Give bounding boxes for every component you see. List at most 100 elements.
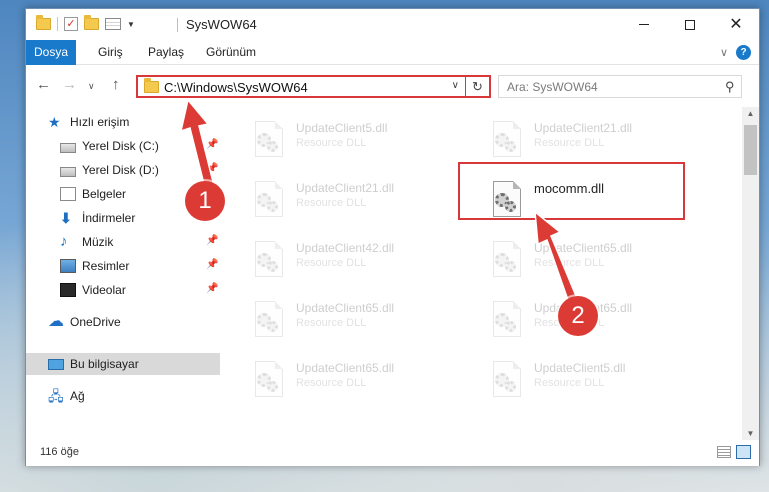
sidebar-item-drive-c[interactable]: Yerel Disk (C:): [60, 135, 159, 157]
file-type: Resource DLL: [296, 137, 367, 149]
vertical-scrollbar[interactable]: ▲ ▼: [742, 107, 759, 440]
sidebar-item-label: Bu bilgisayar: [70, 357, 139, 371]
file-name: UpdateClient42.dll: [296, 241, 395, 255]
back-arrow-icon[interactable]: ←: [36, 76, 51, 93]
chevron-down-icon[interactable]: ▼: [127, 20, 135, 29]
sidebar-item-music[interactable]: ♪ Müzik: [60, 231, 113, 253]
toolbar-divider: [57, 17, 58, 31]
navigation-bar: ← → ∨ ↑ C:\Windows\SysWOW64 ∨ ↻ Ara: Sys…: [26, 66, 759, 106]
star-icon: ★: [48, 114, 61, 130]
file-type: Resource DLL: [296, 257, 367, 269]
sidebar-item-label: Ağ: [70, 389, 85, 403]
dll-file-icon: [490, 121, 524, 161]
sidebar-item-label: İndirmeler: [82, 211, 136, 225]
file-list: UpdateClient5.dll Resource DLL UpdateCli…: [222, 107, 740, 440]
file-name: UpdateClient21.dll: [296, 181, 395, 195]
properties-check-icon[interactable]: ✓: [64, 17, 78, 31]
title-bar: ✓ ▼ SysWOW64 ✕: [26, 9, 759, 40]
file-item[interactable]: UpdateClient65.dll Resource DLL: [490, 235, 710, 287]
tab-share[interactable]: Paylaş: [136, 40, 196, 65]
sidebar-item-label: Yerel Disk (D:): [82, 163, 159, 177]
file-item[interactable]: UpdateClient65.dll Resource DLL: [252, 355, 472, 407]
maximize-button[interactable]: [667, 9, 713, 40]
onedrive-icon: ☁: [48, 313, 64, 330]
file-type: Resource DLL: [296, 317, 367, 329]
scrollbar-thumb[interactable]: [744, 125, 757, 175]
sidebar-item-pictures[interactable]: Resimler: [60, 255, 129, 277]
dll-file-icon: [490, 361, 524, 401]
minimize-icon: [639, 24, 649, 25]
tab-view[interactable]: Görünüm: [194, 40, 268, 65]
scroll-up-icon[interactable]: ▲: [742, 109, 759, 118]
file-item[interactable]: UpdateClient21.dll Resource DLL: [490, 115, 710, 167]
tab-file[interactable]: Dosya: [26, 40, 76, 65]
pin-icon[interactable]: 📌: [206, 259, 218, 270]
customize-icon[interactable]: [105, 18, 121, 30]
ribbon-tabs: Dosya Giriş Paylaş Görünüm ∨ ?: [26, 40, 759, 65]
address-folder-icon: [144, 78, 159, 93]
details-view-icon[interactable]: [717, 446, 731, 458]
quick-access-toolbar: ✓ ▼: [36, 15, 135, 31]
file-highlight-box: [458, 162, 685, 220]
file-item[interactable]: UpdateClient65.dll Resource DLL: [490, 295, 710, 347]
sidebar-item-network[interactable]: 🖧 Ağ: [48, 385, 85, 407]
downloads-icon: ⬇: [60, 210, 72, 226]
file-type: Resource DLL: [534, 137, 605, 149]
drive-icon: [60, 142, 76, 153]
file-item[interactable]: UpdateClient5.dll Resource DLL: [490, 355, 710, 407]
dll-file-icon: [252, 181, 286, 221]
sidebar-item-documents[interactable]: Belgeler: [60, 183, 126, 205]
refresh-icon[interactable]: ↻: [465, 77, 489, 96]
large-icons-view-icon[interactable]: [736, 445, 751, 459]
network-icon: 🖧: [48, 388, 64, 404]
file-item[interactable]: UpdateClient21.dll Resource DLL: [252, 175, 472, 227]
file-type: Resource DLL: [296, 377, 367, 389]
scroll-down-icon[interactable]: ▼: [742, 429, 759, 438]
file-item[interactable]: UpdateClient5.dll Resource DLL: [252, 115, 472, 167]
address-bar[interactable]: C:\Windows\SysWOW64 ∨ ↻: [136, 75, 491, 98]
sidebar-item-quick-access[interactable]: ★ Hızlı erişim: [48, 111, 129, 133]
tab-home[interactable]: Giriş: [86, 40, 135, 65]
drive-icon: [60, 166, 76, 177]
dll-file-icon: [490, 301, 524, 341]
pictures-icon: [60, 259, 76, 273]
close-button[interactable]: ✕: [713, 9, 759, 40]
sidebar-item-videos[interactable]: Videolar: [60, 279, 126, 301]
pin-icon[interactable]: 📌: [206, 283, 218, 294]
pin-icon[interactable]: 📌: [206, 139, 218, 150]
file-name: UpdateClient5.dll: [534, 361, 626, 375]
search-box[interactable]: Ara: SysWOW64 ⚲: [498, 75, 742, 98]
help-icon[interactable]: ?: [736, 45, 751, 60]
sidebar-item-label: Hızlı erişim: [70, 115, 130, 129]
maximize-icon: [685, 19, 695, 30]
address-dropdown-icon[interactable]: ∨: [452, 80, 459, 91]
forward-arrow-icon[interactable]: →: [62, 76, 77, 93]
minimize-button[interactable]: [621, 9, 667, 40]
sidebar-item-downloads[interactable]: ⬇ İndirmeler: [60, 207, 135, 229]
search-icon[interactable]: ⚲: [725, 79, 735, 95]
file-name: UpdateClient65.dll: [534, 241, 633, 255]
pin-icon[interactable]: 📌: [206, 235, 218, 246]
file-name: UpdateClient5.dll: [296, 121, 388, 135]
new-folder-icon[interactable]: [84, 15, 99, 30]
sidebar-item-label: OneDrive: [70, 315, 121, 329]
sidebar-item-drive-d[interactable]: Yerel Disk (D:): [60, 159, 159, 181]
dll-file-icon: [252, 361, 286, 401]
up-arrow-icon[interactable]: ↑: [112, 76, 120, 93]
recent-locations-chevron-icon[interactable]: ∨: [88, 81, 95, 92]
this-pc-icon: [48, 358, 64, 370]
sidebar-item-label: Videolar: [82, 283, 126, 297]
sidebar-item-this-pc[interactable]: Bu bilgisayar: [48, 353, 139, 375]
file-item[interactable]: UpdateClient42.dll Resource DLL: [252, 235, 472, 287]
documents-icon: [60, 187, 76, 201]
dll-file-icon: [490, 241, 524, 281]
window-title: SysWOW64: [186, 17, 257, 32]
item-count: 116 öğe: [40, 446, 79, 458]
expand-ribbon-chevron-icon[interactable]: ∨: [720, 46, 728, 59]
address-path[interactable]: C:\Windows\SysWOW64: [164, 80, 308, 95]
sidebar-item-onedrive[interactable]: ☁ OneDrive: [48, 311, 121, 333]
file-item[interactable]: UpdateClient65.dll Resource DLL: [252, 295, 472, 347]
pin-icon[interactable]: 📌: [206, 163, 218, 174]
search-placeholder: Ara: SysWOW64: [507, 80, 598, 94]
step-callout-2: 2: [558, 296, 598, 336]
